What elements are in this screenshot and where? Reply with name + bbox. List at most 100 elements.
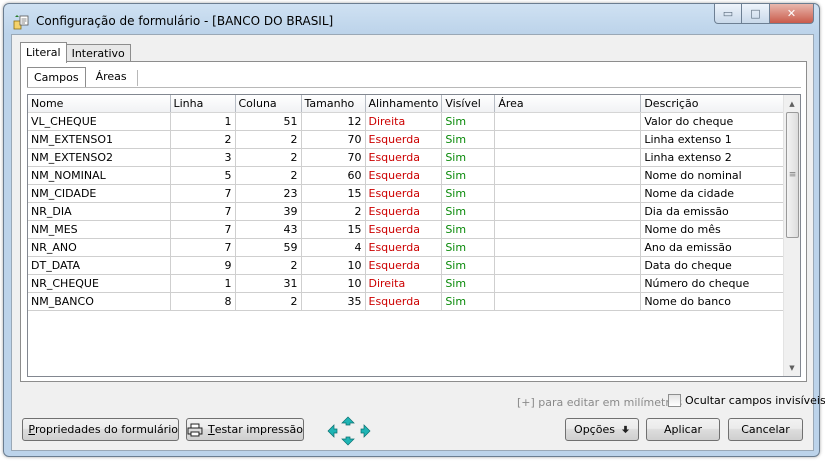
cell-nome[interactable]: NM_CIDADE: [28, 184, 171, 203]
header-coluna[interactable]: Coluna: [235, 95, 302, 113]
cell-tamanho[interactable]: 15: [301, 220, 366, 239]
table-row[interactable]: NM_BANCO 8 2 35 Esquerda Sim Nome do ban…: [28, 292, 788, 311]
cell-alinhamento[interactable]: Esquerda: [365, 148, 443, 167]
cell-coluna[interactable]: 31: [235, 274, 302, 293]
cell-descricao[interactable]: Valor do cheque: [640, 112, 788, 131]
table-row[interactable]: NM_EXTENSO1 2 2 70 Esquerda Sim Linha ex…: [28, 130, 788, 149]
cell-coluna[interactable]: 2: [235, 130, 302, 149]
scroll-down-icon[interactable]: ▼: [784, 359, 800, 376]
scroll-thumb[interactable]: ≡: [786, 112, 799, 238]
cell-area[interactable]: [494, 220, 642, 239]
apply-button[interactable]: Aplicar: [646, 418, 720, 441]
cell-linha[interactable]: 9: [170, 256, 236, 275]
cell-alinhamento[interactable]: Esquerda: [365, 256, 443, 275]
cell-alinhamento[interactable]: Esquerda: [365, 238, 443, 257]
cell-area[interactable]: [494, 238, 642, 257]
cell-tamanho[interactable]: 10: [301, 256, 366, 275]
close-button[interactable]: ✕: [770, 4, 814, 24]
header-visivel[interactable]: Visível: [441, 95, 496, 113]
tab-areas[interactable]: Áreas: [90, 67, 133, 86]
cell-linha[interactable]: 7: [170, 202, 236, 221]
cell-nome[interactable]: NM_MES: [28, 220, 171, 239]
cell-visivel[interactable]: Sim: [441, 112, 496, 131]
cell-alinhamento[interactable]: Esquerda: [365, 184, 443, 203]
table-row[interactable]: VL_CHEQUE 1 51 12 Direita Sim Valor do c…: [28, 112, 788, 131]
cell-tamanho[interactable]: 2: [301, 202, 366, 221]
vertical-scrollbar[interactable]: ▲ ≡ ▼: [783, 95, 800, 376]
cell-area[interactable]: [494, 274, 642, 293]
header-descricao[interactable]: Descrição: [640, 95, 788, 113]
cell-descricao[interactable]: Número do cheque: [640, 274, 788, 293]
form-properties-button[interactable]: Propriedades do formulário: [22, 418, 179, 441]
cell-area[interactable]: [494, 112, 642, 131]
cell-linha[interactable]: 2: [170, 130, 236, 149]
cell-coluna[interactable]: 51: [235, 112, 302, 131]
cell-area[interactable]: [494, 256, 642, 275]
cell-nome[interactable]: NR_DIA: [28, 202, 171, 221]
cell-coluna[interactable]: 2: [235, 292, 302, 311]
minimize-button[interactable]: ▭: [714, 4, 742, 24]
cell-area[interactable]: [494, 202, 642, 221]
table-row[interactable]: DT_DATA 9 2 10 Esquerda Sim Data do cheq…: [28, 256, 788, 275]
cell-coluna[interactable]: 59: [235, 238, 302, 257]
table-row[interactable]: NR_DIA 7 39 2 Esquerda Sim Dia da emissã…: [28, 202, 788, 221]
cell-area[interactable]: [494, 166, 642, 185]
cell-nome[interactable]: NR_ANO: [28, 238, 171, 257]
table-row[interactable]: NM_CIDADE 7 23 15 Esquerda Sim Nome da c…: [28, 184, 788, 203]
cell-area[interactable]: [494, 292, 642, 311]
cell-linha[interactable]: 1: [170, 112, 236, 131]
cell-tamanho[interactable]: 4: [301, 238, 366, 257]
cell-coluna[interactable]: 23: [235, 184, 302, 203]
cell-descricao[interactable]: Linha extenso 1: [640, 130, 788, 149]
header-alinhamento[interactable]: Alinhamento: [365, 95, 443, 113]
cell-linha[interactable]: 5: [170, 166, 236, 185]
table-row[interactable]: NR_ANO 7 59 4 Esquerda Sim Ano da emissã…: [28, 238, 788, 257]
table-row[interactable]: NM_NOMINAL 5 2 60 Esquerda Sim Nome do n…: [28, 166, 788, 185]
options-button[interactable]: Opções: [565, 418, 639, 441]
header-tamanho[interactable]: Tamanho: [301, 95, 366, 113]
cancel-button[interactable]: Cancelar: [728, 418, 803, 441]
cell-alinhamento[interactable]: Esquerda: [365, 202, 443, 221]
cell-descricao[interactable]: Nome da cidade: [640, 184, 788, 203]
cell-linha[interactable]: 7: [170, 184, 236, 203]
cell-coluna[interactable]: 2: [235, 166, 302, 185]
cell-linha[interactable]: 3: [170, 148, 236, 167]
cell-descricao[interactable]: Nome do mês: [640, 220, 788, 239]
cell-linha[interactable]: 7: [170, 220, 236, 239]
maximize-button[interactable]: □: [742, 4, 770, 24]
cell-descricao[interactable]: Nome do banco: [640, 292, 788, 311]
cell-descricao[interactable]: Data do cheque: [640, 256, 788, 275]
cell-visivel[interactable]: Sim: [441, 130, 496, 149]
table-row[interactable]: NR_CHEQUE 1 31 10 Direita Sim Número do …: [28, 274, 788, 293]
cell-visivel[interactable]: Sim: [441, 274, 496, 293]
cell-alinhamento[interactable]: Direita: [365, 112, 443, 131]
cell-tamanho[interactable]: 10: [301, 274, 366, 293]
table-row[interactable]: NM_EXTENSO2 3 2 70 Esquerda Sim Linha ex…: [28, 148, 788, 167]
cell-coluna[interactable]: 39: [235, 202, 302, 221]
cell-descricao[interactable]: Ano da emissão: [640, 238, 788, 257]
cell-tamanho[interactable]: 15: [301, 184, 366, 203]
cell-visivel[interactable]: Sim: [441, 292, 496, 311]
cell-descricao[interactable]: Dia da emissão: [640, 202, 788, 221]
cell-visivel[interactable]: Sim: [441, 148, 496, 167]
cell-nome[interactable]: NR_CHEQUE: [28, 274, 171, 293]
cell-nome[interactable]: NM_EXTENSO2: [28, 148, 171, 167]
cell-tamanho[interactable]: 35: [301, 292, 366, 311]
cell-nome[interactable]: NM_NOMINAL: [28, 166, 171, 185]
cell-linha[interactable]: 1: [170, 274, 236, 293]
move-arrows-icon[interactable]: [324, 416, 374, 446]
cell-alinhamento[interactable]: Esquerda: [365, 220, 443, 239]
cell-visivel[interactable]: Sim: [441, 166, 496, 185]
cell-nome[interactable]: DT_DATA: [28, 256, 171, 275]
scroll-up-icon[interactable]: ▲: [784, 95, 800, 112]
test-print-button[interactable]: Testar impressão: [186, 418, 304, 441]
cell-linha[interactable]: 7: [170, 238, 236, 257]
header-linha[interactable]: Linha: [170, 95, 236, 113]
cell-tamanho[interactable]: 70: [301, 148, 366, 167]
cell-coluna[interactable]: 2: [235, 148, 302, 167]
cell-visivel[interactable]: Sim: [441, 220, 496, 239]
cell-alinhamento[interactable]: Esquerda: [365, 166, 443, 185]
cell-coluna[interactable]: 43: [235, 220, 302, 239]
cell-nome[interactable]: NM_EXTENSO1: [28, 130, 171, 149]
cell-nome[interactable]: VL_CHEQUE: [28, 112, 171, 131]
